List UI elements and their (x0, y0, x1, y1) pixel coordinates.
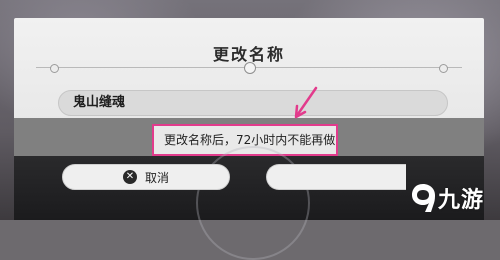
confirm-button[interactable] (266, 164, 406, 190)
close-icon: ✕ (122, 170, 137, 184)
watermark-text: 九游 (438, 188, 485, 213)
annotation-arrow-icon (294, 86, 318, 119)
divider-ornament-center (244, 62, 256, 74)
divider-ornament-right (439, 64, 448, 73)
jiuyou-logo-icon (412, 184, 435, 212)
divider-ornament-left (50, 64, 59, 73)
name-input[interactable]: 鬼山缝魂 (58, 90, 448, 116)
cancel-button[interactable]: ✕ 取消 (62, 164, 230, 190)
watermark-logo: 九游 (410, 178, 484, 218)
cancel-label: 取消 (144, 170, 169, 185)
